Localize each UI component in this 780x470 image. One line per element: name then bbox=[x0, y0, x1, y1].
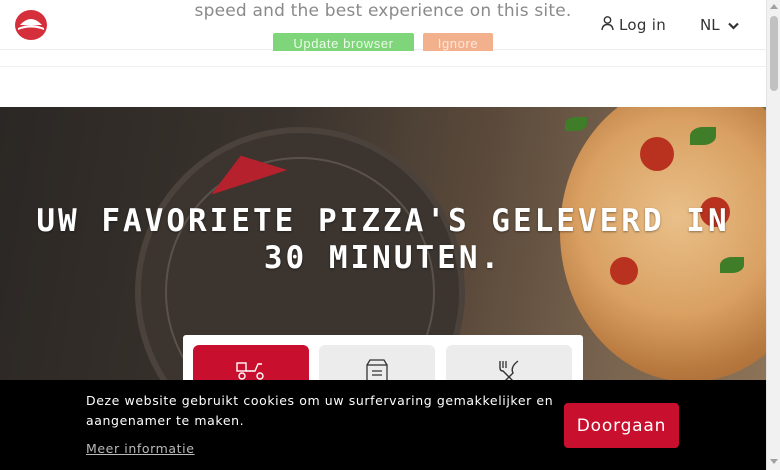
basil-leaf-image bbox=[565, 117, 587, 131]
basil-leaf-image bbox=[690, 127, 716, 145]
scroll-down-arrow-icon[interactable] bbox=[770, 459, 778, 464]
hero-title-line-1: UW FAVORIETE PIZZA'S GELEVERD IN bbox=[36, 203, 730, 239]
cookie-consent-bar: Deze website gebruikt cookies om uw surf… bbox=[0, 380, 766, 470]
scrollbar-thumb[interactable] bbox=[770, 16, 778, 91]
more-info-link[interactable]: Meer informatie bbox=[86, 441, 195, 456]
accept-cookies-button[interactable]: Doorgaan bbox=[564, 403, 679, 448]
hero-title-line-2: 30 MINUTEN. bbox=[263, 240, 503, 276]
page-scrollbar[interactable] bbox=[766, 0, 780, 470]
scroll-up-arrow-icon[interactable] bbox=[770, 4, 778, 9]
user-icon bbox=[601, 15, 614, 35]
header-divider bbox=[0, 51, 766, 67]
cookie-message: Deze website gebruikt cookies om uw surf… bbox=[86, 393, 554, 428]
site-header: speed and the best experience on this si… bbox=[0, 0, 766, 54]
chevron-down-icon bbox=[727, 16, 739, 34]
hero-title: UW FAVORIETE PIZZA'S GELEVERD IN 30 MINU… bbox=[0, 203, 766, 277]
pepperoni-image bbox=[640, 137, 674, 171]
language-selector[interactable]: NL bbox=[700, 14, 739, 36]
login-link[interactable]: Log in bbox=[601, 14, 666, 36]
login-label: Log in bbox=[619, 16, 667, 34]
page: speed and the best experience on this si… bbox=[0, 0, 780, 470]
language-label: NL bbox=[700, 16, 720, 34]
